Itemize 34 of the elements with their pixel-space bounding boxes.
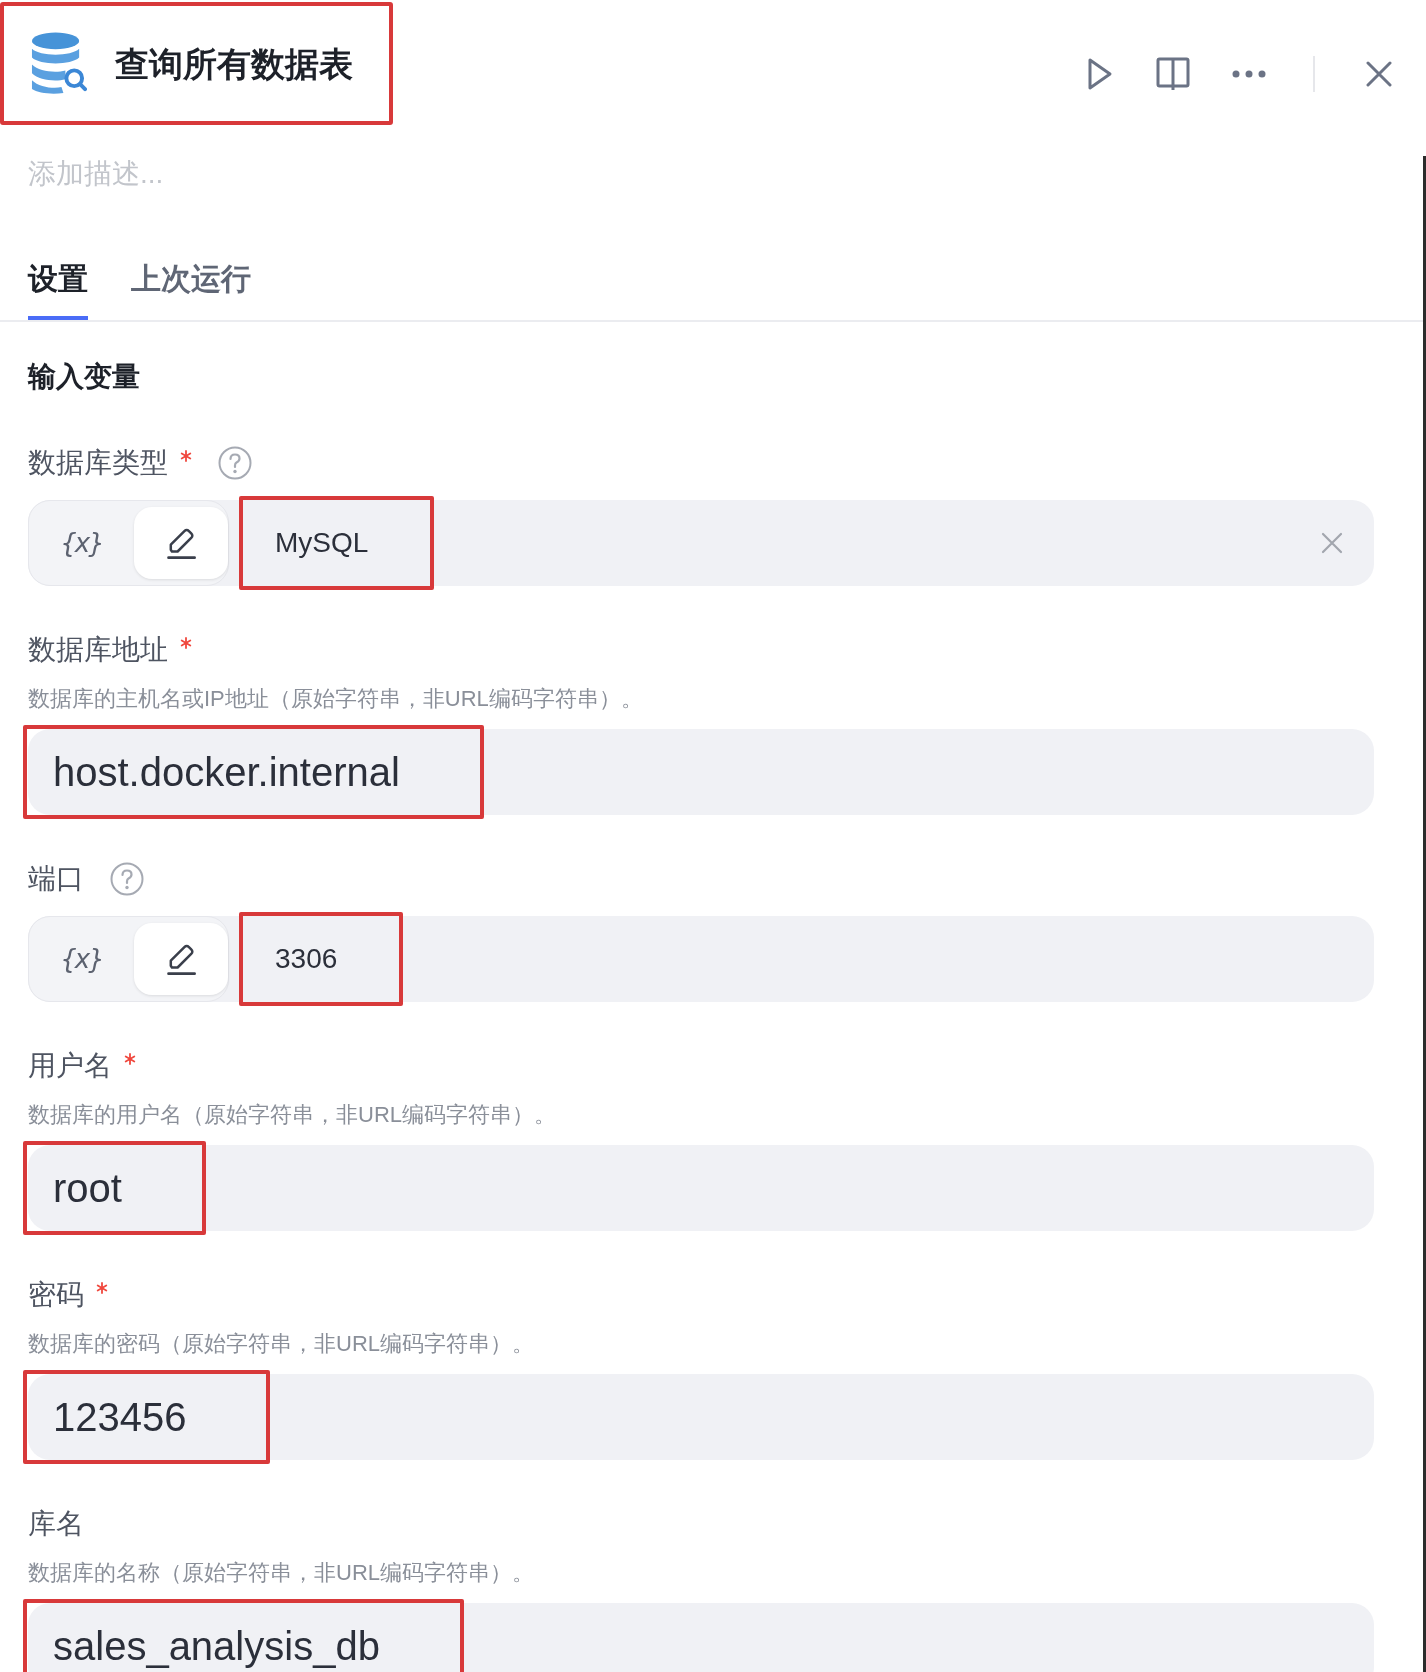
field-value: root	[53, 1165, 122, 1212]
section-title: 输入变量	[28, 360, 141, 394]
mode-switch[interactable]: {x}	[28, 916, 229, 1002]
constant-mode-button[interactable]	[134, 507, 228, 579]
field-label: 用户名	[28, 1049, 112, 1083]
close-icon[interactable]	[1366, 61, 1392, 87]
pencil-icon	[164, 526, 198, 560]
node-title: 查询所有数据表	[115, 43, 353, 84]
tab[interactable]: 设置	[28, 252, 88, 320]
field-description: 数据库的名称（原始字符串，非URL编码字符串）。	[28, 1559, 535, 1587]
field-label: 端口	[28, 862, 84, 896]
field-value: host.docker.internal	[53, 749, 400, 796]
field-label: 数据库类型	[28, 446, 168, 480]
description-field[interactable]: 添加描述...	[28, 156, 198, 192]
tab[interactable]: 上次运行	[131, 252, 251, 320]
mode-switch[interactable]: {x}	[28, 500, 229, 586]
field-value: sales_analysis_db	[53, 1623, 380, 1670]
field-description: 数据库的密码（原始字符串，非URL编码字符串）。	[28, 1330, 535, 1358]
field-label: 数据库地址	[28, 633, 168, 667]
database-search-icon	[30, 32, 87, 95]
field-value: 123456	[53, 1394, 187, 1441]
field-value: MySQL	[275, 526, 369, 560]
variable-mode-button[interactable]: {x}	[29, 507, 134, 579]
field-description: 数据库的主机名或IP地址（原始字符串，非URL编码字符串）。	[28, 685, 644, 713]
constant-mode-button[interactable]	[134, 923, 228, 995]
field-label: 库名	[28, 1507, 84, 1541]
field-value: 3306	[275, 942, 338, 976]
variable-mode-button[interactable]: {x}	[29, 923, 134, 995]
pencil-icon	[164, 942, 198, 976]
play-icon[interactable]	[1087, 57, 1113, 91]
more-icon[interactable]	[1232, 70, 1266, 78]
field-label: 密码	[28, 1278, 84, 1312]
field-description: 数据库的用户名（原始字符串，非URL编码字符串）。	[28, 1101, 557, 1129]
book-icon[interactable]	[1155, 56, 1191, 92]
